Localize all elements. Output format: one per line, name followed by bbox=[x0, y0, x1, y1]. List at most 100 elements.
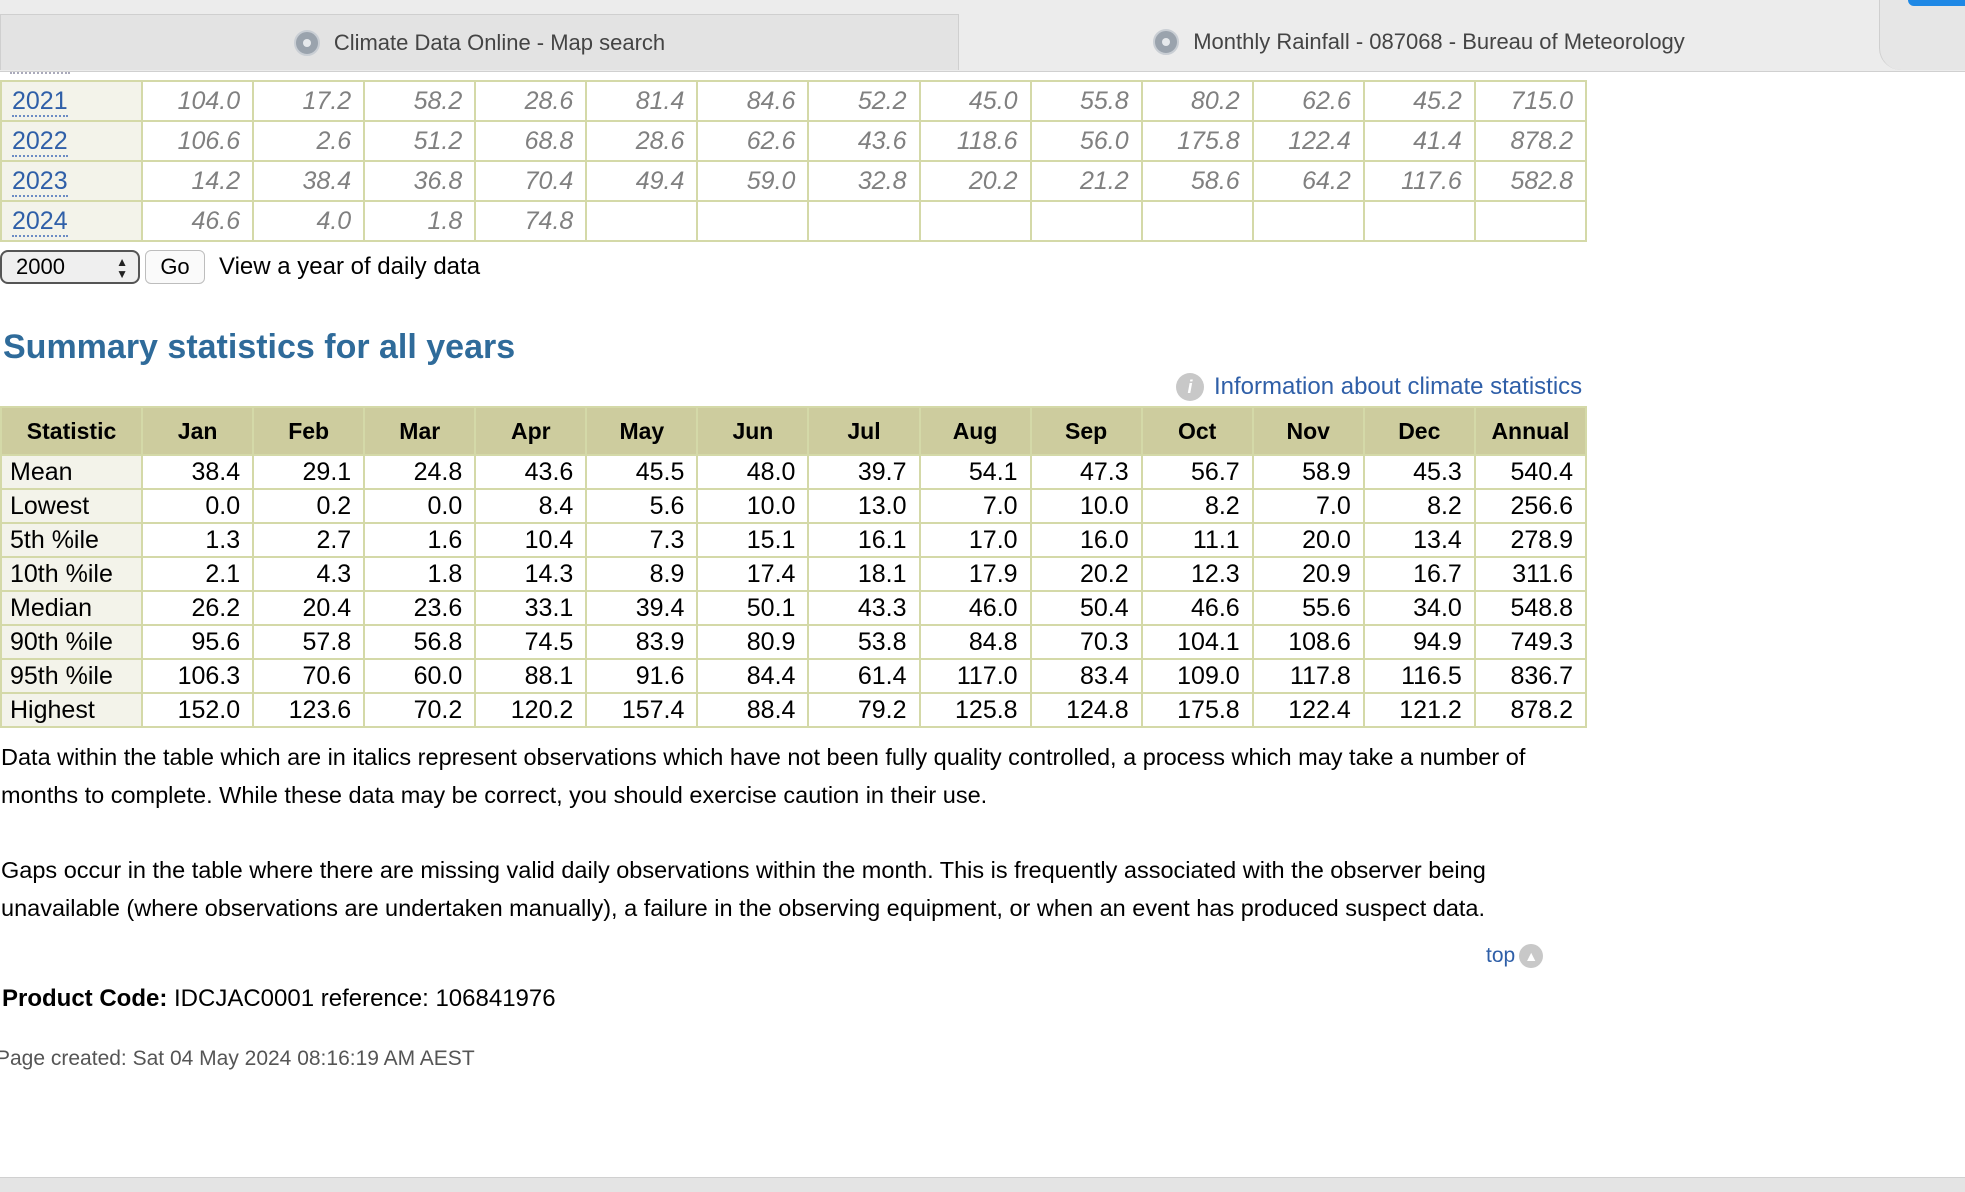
statistic-value: 53.8 bbox=[807, 624, 921, 660]
statistic-row: 5th %ile 1.3 2.7 1.6 10.4 7.3 15.1 16.1 17.0 16.0… bbox=[0, 522, 1588, 558]
rainfall-cell: 28.6 bbox=[474, 80, 588, 122]
statistic-value: 70.3 bbox=[1029, 624, 1143, 660]
rainfall-cell: 122.4 bbox=[1251, 120, 1365, 162]
statistic-label: 5th %ile bbox=[0, 522, 144, 558]
statistic-value: 157.4 bbox=[585, 692, 699, 728]
year-select-value: 2000 bbox=[16, 254, 65, 279]
statistic-value: 70.2 bbox=[363, 692, 477, 728]
statistic-value: 20.4 bbox=[252, 590, 366, 626]
rainfall-cell: 20.2 bbox=[918, 160, 1032, 202]
summary-heading: Summary statistics for all years bbox=[3, 328, 516, 366]
statistic-value: 29.1 bbox=[252, 454, 366, 490]
statistic-value: 278.9 bbox=[1473, 522, 1588, 558]
rainfall-cell: 21.2 bbox=[1029, 160, 1143, 202]
statistic-value: 749.3 bbox=[1473, 624, 1588, 660]
statistic-value: 123.6 bbox=[252, 692, 366, 728]
statistic-value: 39.4 bbox=[585, 590, 699, 626]
rainfall-cell bbox=[1251, 200, 1365, 242]
statistic-value: 548.8 bbox=[1473, 590, 1588, 626]
new-tab-area[interactable] bbox=[1879, 0, 1965, 70]
rainfall-cell: 46.6 bbox=[141, 200, 255, 242]
statistic-value: 74.5 bbox=[474, 624, 588, 660]
year-row: 2021 104.0 17.2 58.2 28.6 81.4 84.6 52.2 45.0 55.… bbox=[0, 80, 1588, 122]
year-link[interactable]: 2022 bbox=[12, 126, 68, 157]
column-header: Statistic bbox=[0, 406, 144, 456]
rainfall-cell: 59.0 bbox=[696, 160, 810, 202]
statistic-value: 311.6 bbox=[1473, 556, 1588, 592]
column-header: Apr bbox=[474, 406, 588, 456]
rainfall-cell: 1.8 bbox=[363, 200, 477, 242]
column-header: Sep bbox=[1029, 406, 1143, 456]
rainfall-cell: 55.8 bbox=[1029, 80, 1143, 122]
year-row: 2024 46.6 4.0 1.8 74.8 bbox=[0, 200, 1588, 242]
statistic-value: 124.8 bbox=[1029, 692, 1143, 728]
statistic-value: 48.0 bbox=[696, 454, 810, 490]
statistic-value: 8.9 bbox=[585, 556, 699, 592]
rainfall-cell: 41.4 bbox=[1362, 120, 1476, 162]
italics-note: Data within the table which are in itali… bbox=[1, 744, 1526, 808]
rainfall-cell: 70.4 bbox=[474, 160, 588, 202]
rainfall-cell: 58.2 bbox=[363, 80, 477, 122]
rainfall-cell: 45.0 bbox=[918, 80, 1032, 122]
accent-bar bbox=[1908, 0, 1965, 6]
tab-title: Monthly Rainfall - 087068 - Bureau of Me… bbox=[1193, 29, 1685, 54]
tab-map-search[interactable]: Climate Data Online - Map search bbox=[0, 14, 959, 70]
statistic-value: 88.1 bbox=[474, 658, 588, 694]
rainfall-cell: 175.8 bbox=[1140, 120, 1254, 162]
statistic-value: 17.0 bbox=[918, 522, 1032, 558]
statistic-value: 13.0 bbox=[807, 488, 921, 524]
rainfall-cell bbox=[1140, 200, 1254, 242]
daily-data-label: View a year of daily data bbox=[219, 253, 481, 280]
summary-header-row: Statistic Jan Feb Mar Apr May Jun Jul Aug Sep Oct N… bbox=[0, 406, 1588, 456]
rainfall-cell: 62.6 bbox=[1251, 80, 1365, 122]
year-link[interactable]: 2023 bbox=[12, 166, 68, 197]
rainfall-cell: 51.2 bbox=[363, 120, 477, 162]
statistic-value: 15.1 bbox=[696, 522, 810, 558]
statistic-value: 17.4 bbox=[696, 556, 810, 592]
statistic-value: 38.4 bbox=[141, 454, 255, 490]
link-underline-fragment bbox=[10, 72, 70, 74]
statistic-value: 10.0 bbox=[1029, 488, 1143, 524]
statistic-label: Highest bbox=[0, 692, 144, 728]
statistic-label: Lowest bbox=[0, 488, 144, 524]
statistic-value: 104.1 bbox=[1140, 624, 1254, 660]
statistic-value: 117.0 bbox=[918, 658, 1032, 694]
statistic-value: 256.6 bbox=[1473, 488, 1588, 524]
statistic-value: 117.8 bbox=[1251, 658, 1365, 694]
statistic-row: Median 26.2 20.4 23.6 33.1 39.4 50.1 43.3 46.0 50… bbox=[0, 590, 1588, 626]
rainfall-cell: 74.8 bbox=[474, 200, 588, 242]
statistic-value: 95.6 bbox=[141, 624, 255, 660]
statistic-label: 95th %ile bbox=[0, 658, 144, 694]
rainfall-cell: 715.0 bbox=[1473, 80, 1588, 122]
rainfall-cell bbox=[1473, 200, 1588, 242]
statistic-value: 18.1 bbox=[807, 556, 921, 592]
statistic-value: 23.6 bbox=[363, 590, 477, 626]
rainfall-cell: 106.6 bbox=[141, 120, 255, 162]
statistic-value: 61.4 bbox=[807, 658, 921, 694]
rainfall-cell: 62.6 bbox=[696, 120, 810, 162]
yearly-rainfall-table: 2021 104.0 17.2 58.2 28.6 81.4 84.6 52.2 45.0 55.… bbox=[0, 80, 1588, 242]
year-link[interactable]: 2024 bbox=[12, 206, 68, 237]
go-button[interactable]: Go bbox=[145, 250, 205, 284]
statistic-value: 2.7 bbox=[252, 522, 366, 558]
statistic-value: 47.3 bbox=[1029, 454, 1143, 490]
climate-statistics-info-link[interactable]: i Information about climate statistics bbox=[1176, 373, 1582, 401]
statistic-value: 45.5 bbox=[585, 454, 699, 490]
rainfall-cell: 80.2 bbox=[1140, 80, 1254, 122]
column-header: Dec bbox=[1362, 406, 1476, 456]
statistic-value: 5.6 bbox=[585, 488, 699, 524]
top-link[interactable]: top ▲ bbox=[1486, 944, 1544, 968]
statistic-value: 20.9 bbox=[1251, 556, 1365, 592]
statistic-label: 90th %ile bbox=[0, 624, 144, 660]
statistic-value: 13.4 bbox=[1362, 522, 1476, 558]
statistic-value: 20.0 bbox=[1251, 522, 1365, 558]
year-link[interactable]: 2021 bbox=[12, 86, 68, 117]
tab-monthly-rainfall[interactable]: Monthly Rainfall - 087068 - Bureau of Me… bbox=[959, 14, 1879, 70]
statistic-value: 46.0 bbox=[918, 590, 1032, 626]
rainfall-cell: 49.4 bbox=[585, 160, 699, 202]
rainfall-cell: 81.4 bbox=[585, 80, 699, 122]
statistic-value: 7.0 bbox=[918, 488, 1032, 524]
year-select[interactable]: 2000 ▲ ▼ bbox=[0, 250, 140, 284]
statistic-value: 116.5 bbox=[1362, 658, 1476, 694]
statistic-value: 83.9 bbox=[585, 624, 699, 660]
